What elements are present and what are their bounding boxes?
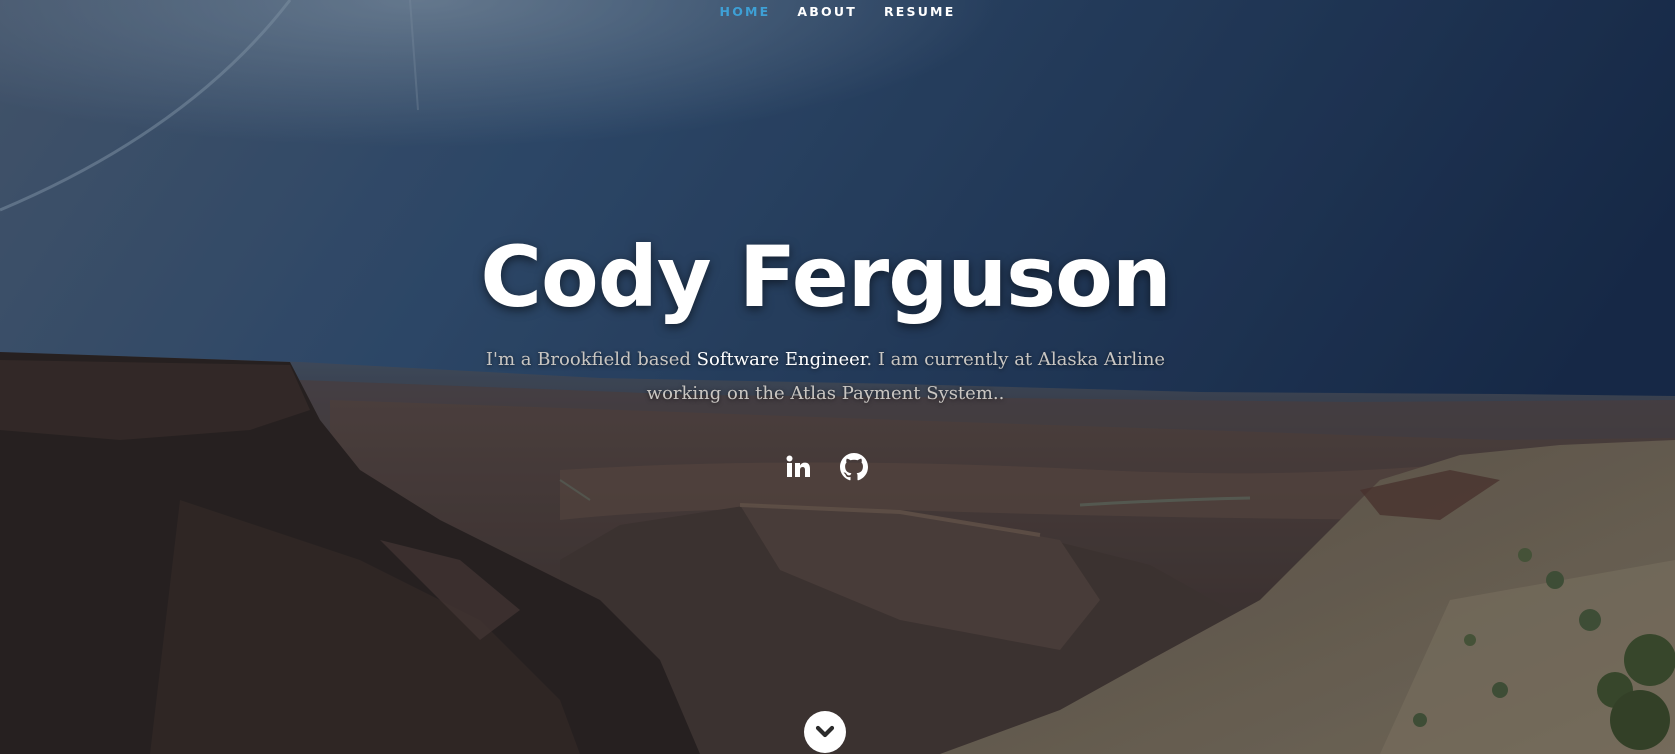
nav-about-link[interactable]: ABOUT (797, 4, 857, 19)
chevron-down-icon (815, 725, 835, 738)
hero-section: HOME ABOUT RESUME Cody Ferguson I'm a Br… (0, 0, 1675, 754)
intro-text-part1: I'm a Brookfield based (485, 349, 697, 370)
nav-home-link[interactable]: HOME (720, 4, 771, 19)
intro-highlight-job-title: Software Engineer (696, 349, 867, 370)
hero-name-heading: Cody Ferguson (480, 228, 1171, 326)
linkedin-icon (786, 455, 810, 477)
nav-resume-link[interactable]: RESUME (884, 4, 956, 19)
github-link[interactable] (839, 453, 868, 481)
scroll-down-button[interactable] (804, 711, 846, 753)
hero-intro-text: I'm a Brookfield based Software Engineer… (470, 343, 1181, 411)
linkedin-link[interactable] (784, 453, 812, 481)
social-links (0, 453, 1651, 481)
main-nav: HOME ABOUT RESUME (0, 0, 1675, 22)
github-icon (839, 453, 868, 481)
